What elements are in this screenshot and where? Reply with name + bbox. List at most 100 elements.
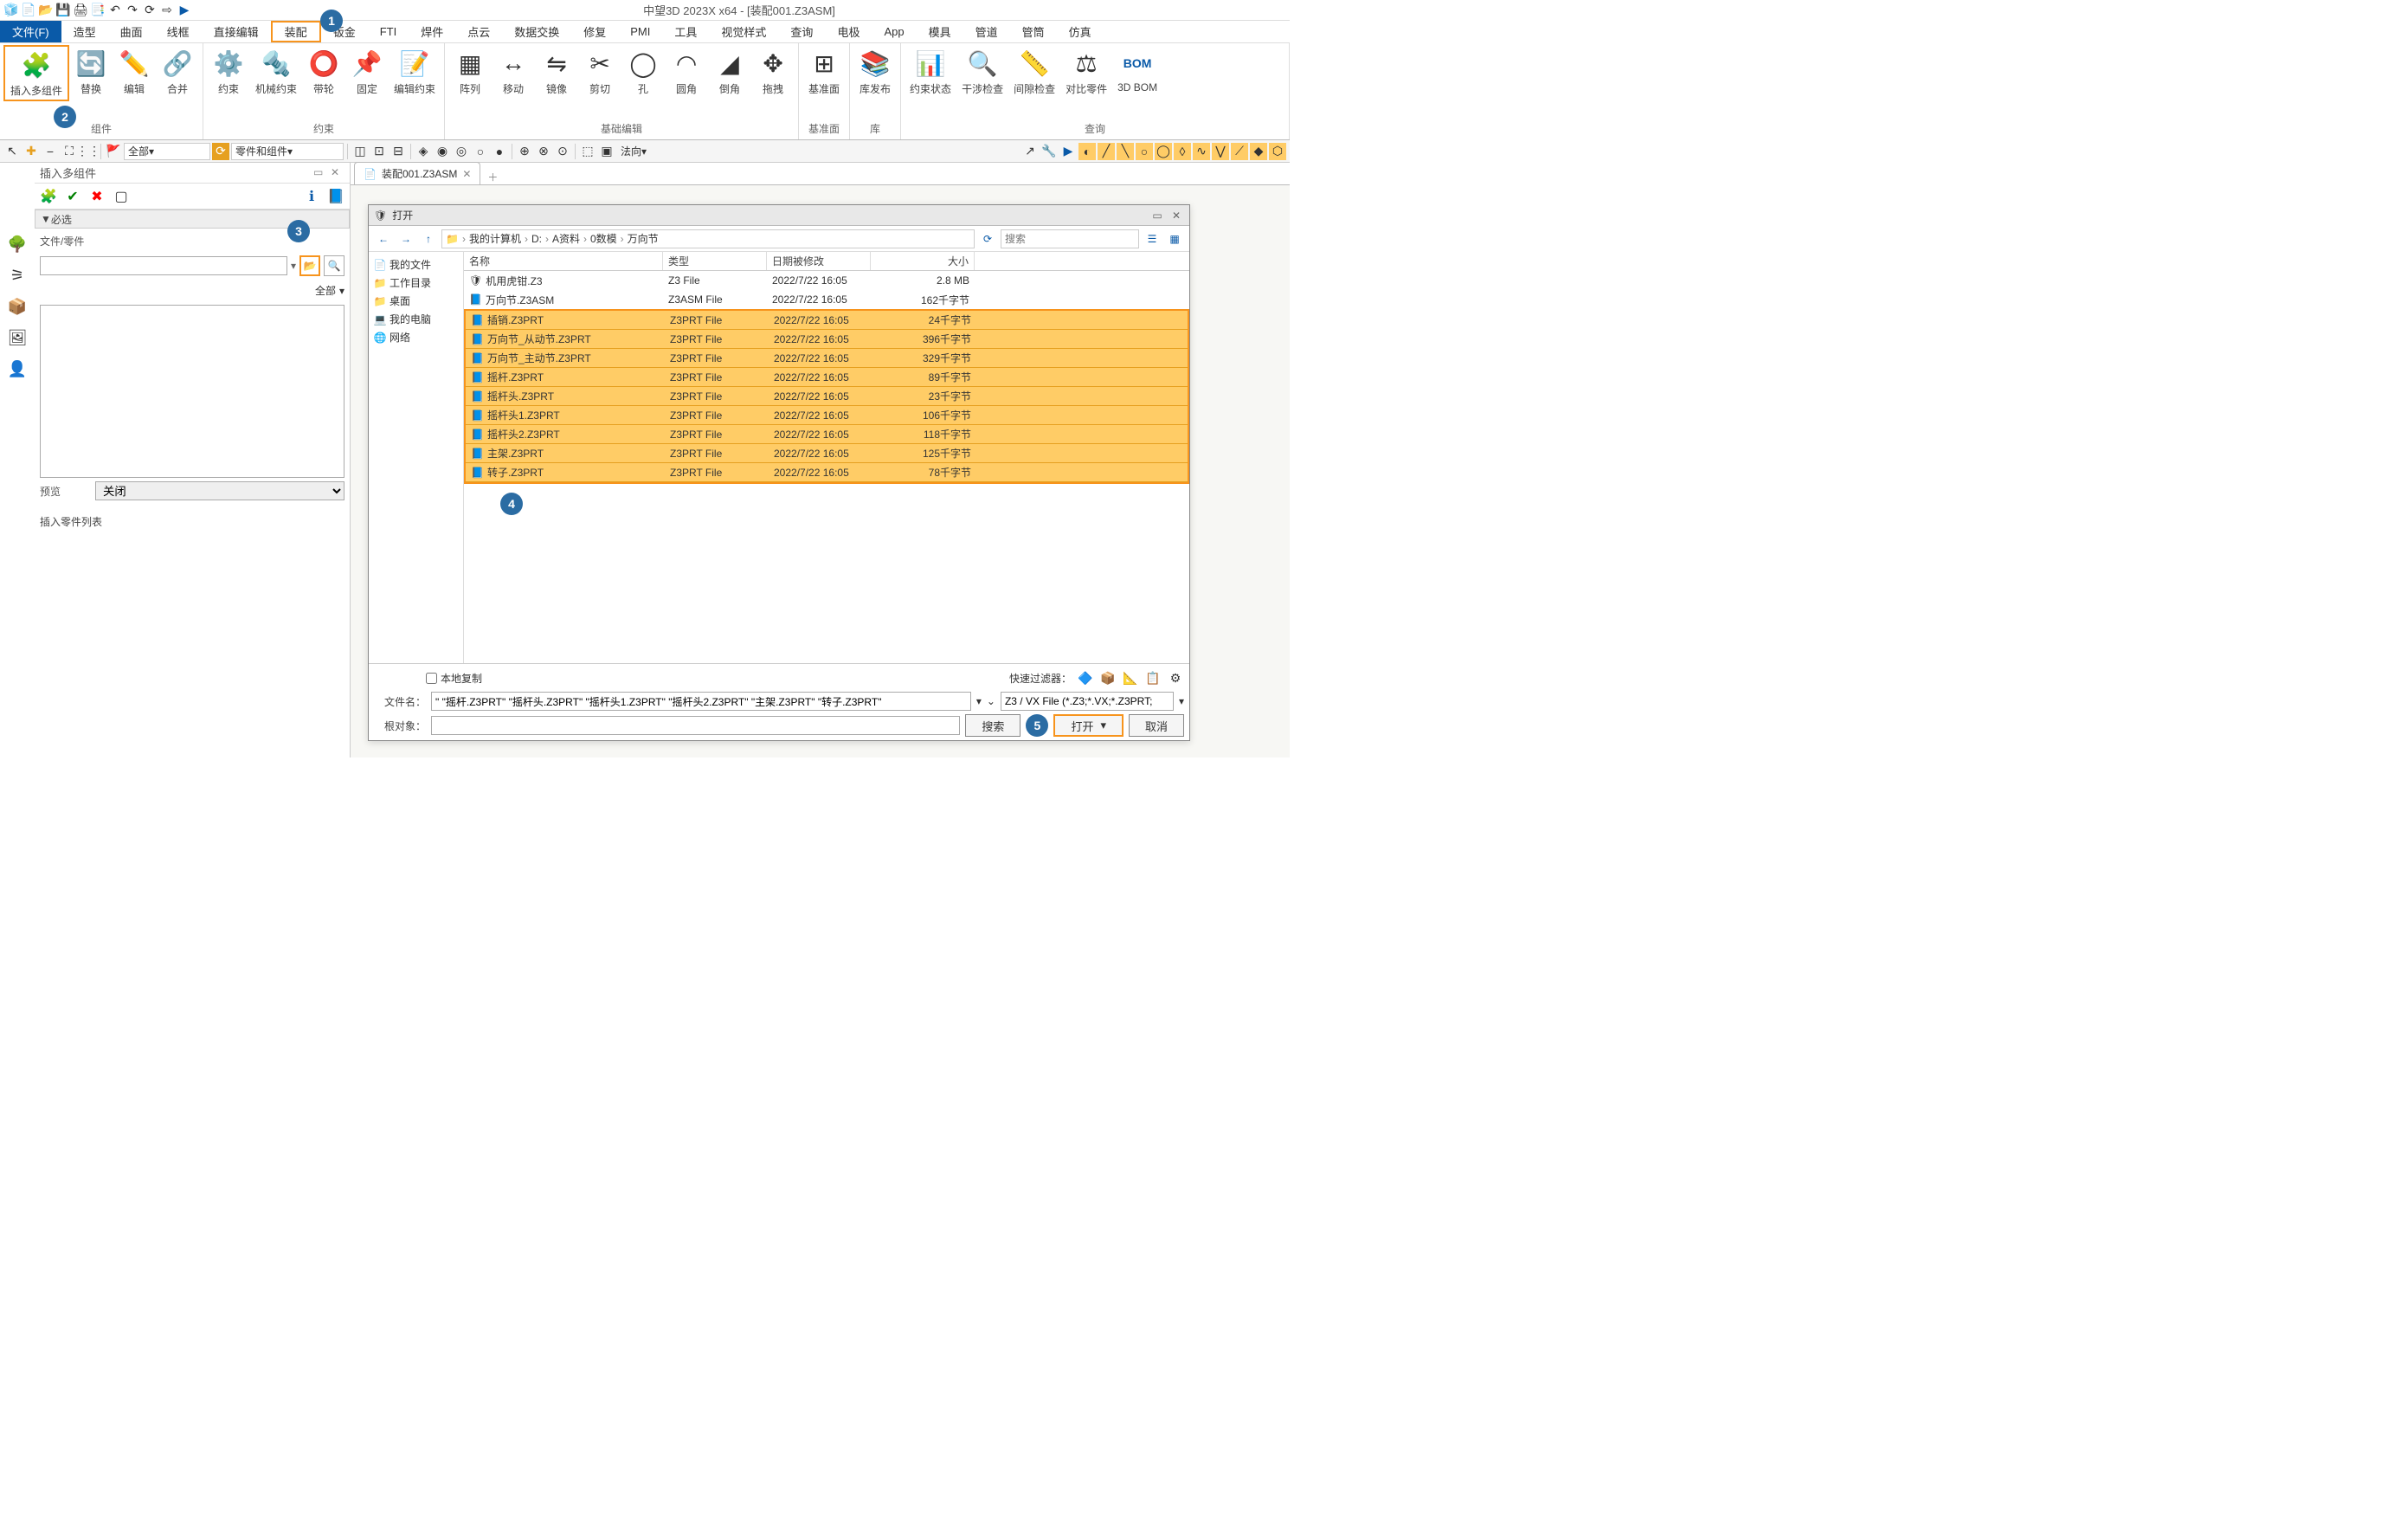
selection-icon[interactable]: ⛶ (61, 143, 78, 160)
menu-tab-modeling[interactable]: 造型 (61, 21, 108, 42)
arrow-icon[interactable]: ↗ (1021, 143, 1039, 160)
file-input[interactable] (40, 256, 287, 275)
search-button[interactable]: 搜索 (965, 714, 1021, 737)
open-icon[interactable]: 📂 (38, 3, 54, 18)
view-grid-icon[interactable]: ▦ (1165, 229, 1184, 248)
qf-ic5[interactable]: ⚙ (1167, 669, 1184, 687)
menu-tab-direct-edit[interactable]: 直接编辑 (202, 21, 271, 42)
menu-tab-simulation[interactable]: 仿真 (1057, 21, 1104, 42)
new-icon[interactable]: 📄 (21, 3, 36, 18)
list-item[interactable]: 📘万向节_主动节.Z3PRTZ3PRT File2022/7/22 16:053… (466, 349, 1188, 368)
plus-icon[interactable]: ✚ (23, 143, 40, 160)
menu-tab-tools[interactable]: 工具 (662, 21, 709, 42)
menu-tab-mold[interactable]: 模具 (917, 21, 963, 42)
bc-item[interactable]: 我的计算机 (469, 231, 521, 246)
menu-tab-wireframe[interactable]: 线框 (155, 21, 202, 42)
tb-r2[interactable]: ╱ (1098, 143, 1115, 160)
col-name[interactable]: 名称 (464, 252, 663, 270)
tree-workdir[interactable]: 📁工作目录 (370, 274, 461, 292)
file-list[interactable] (40, 305, 344, 478)
chamfer-button[interactable]: ◢倒角 (708, 45, 751, 98)
tb-r6[interactable]: ◊ (1174, 143, 1191, 160)
tb-ic7[interactable]: ○ (472, 143, 489, 160)
local-copy-checkbox[interactable]: 本地复制 (426, 671, 482, 686)
tree-network[interactable]: 🌐网络 (370, 328, 461, 346)
checkbox[interactable] (426, 673, 437, 684)
tb-r4[interactable]: ○ (1136, 143, 1153, 160)
tb-r7[interactable]: ∿ (1193, 143, 1210, 160)
menu-tab-query[interactable]: 查询 (778, 21, 825, 42)
menu-tab-assembly[interactable]: 装配 (271, 21, 321, 42)
list-item[interactable]: 📘摇杆头1.Z3PRTZ3PRT File2022/7/22 16:05106千… (466, 406, 1188, 425)
ok-icon[interactable]: ✔ (62, 186, 83, 207)
direction-combo[interactable]: 法向 ▾ (617, 143, 686, 160)
dialog-restore-icon[interactable]: ▭ (1149, 210, 1165, 222)
hole-button[interactable]: ◯孔 (621, 45, 665, 98)
forward-icon[interactable]: → (396, 229, 415, 248)
list-item[interactable]: 📘摇杆.Z3PRTZ3PRT File2022/7/22 16:0589千字节 (466, 368, 1188, 387)
print-preview-icon[interactable]: 📑 (90, 3, 106, 18)
tb-ic8[interactable]: ● (491, 143, 508, 160)
wrench-icon[interactable]: 🔧 (1040, 143, 1058, 160)
save-icon[interactable]: 💾 (55, 3, 71, 18)
tb-r3[interactable]: ╲ (1117, 143, 1134, 160)
menu-tab-visual[interactable]: 视觉样式 (709, 21, 778, 42)
bc-item[interactable]: 0数模 (590, 231, 617, 246)
array-button[interactable]: ▦阵列 (448, 45, 492, 98)
browse-button[interactable]: 📂 (299, 255, 320, 276)
tb-r5[interactable]: ◯ (1155, 143, 1172, 160)
expand-icon[interactable]: ⌄ (987, 695, 995, 707)
mech-constraint-button[interactable]: 🔩机械约束 (250, 45, 302, 98)
compare-button[interactable]: ⚖对比零件 (1060, 45, 1112, 98)
panel-close-icon[interactable]: ✕ (331, 166, 344, 180)
menu-tab-pmi[interactable]: PMI (618, 21, 662, 42)
insert-multi-button[interactable]: 🧩 插入多组件 2 (3, 45, 69, 101)
qf-ic4[interactable]: 📋 (1144, 669, 1162, 687)
refresh2-icon[interactable]: ⟳ (212, 143, 229, 160)
menu-tab-piping[interactable]: 管道 (963, 21, 1010, 42)
apply-icon[interactable]: ▢ (111, 186, 132, 207)
menu-tab-pointcloud[interactable]: 点云 (455, 21, 502, 42)
dropdown-icon[interactable]: ▾ (976, 695, 982, 707)
filter-combo[interactable]: 全部 ▾ (124, 143, 210, 160)
box-icon[interactable]: 📦 (5, 294, 29, 319)
dropdown-icon[interactable]: ▾ (339, 285, 344, 297)
open-button[interactable]: 打开 ▾ (1053, 714, 1124, 737)
datum-button[interactable]: ⊞基准面 (802, 45, 846, 98)
move-button[interactable]: ↔移动 (492, 45, 535, 98)
tb-ic2[interactable]: ⊡ (370, 143, 388, 160)
constraint-button[interactable]: ⚙️约束 (207, 45, 250, 98)
hierarchy-icon[interactable]: ⚞ (5, 263, 29, 287)
tb-ic13[interactable]: ▣ (598, 143, 615, 160)
drag-button[interactable]: ✥拖拽 (751, 45, 795, 98)
back-icon[interactable]: ← (374, 229, 393, 248)
col-type[interactable]: 类型 (663, 252, 767, 270)
constraint-status-button[interactable]: 📊约束状态 (905, 45, 956, 98)
tb-ic11[interactable]: ⊙ (554, 143, 571, 160)
list-item[interactable]: 📘摇杆头2.Z3PRTZ3PRT File2022/7/22 16:05118千… (466, 425, 1188, 444)
tb-ic5[interactable]: ◉ (434, 143, 451, 160)
bc-item[interactable]: D: (531, 233, 542, 245)
options-icon[interactable]: ⇨ (159, 3, 175, 18)
tb-r11[interactable]: ⬡ (1269, 143, 1286, 160)
tree-icon[interactable]: 🌳 (5, 232, 29, 256)
list-item[interactable]: 📘转子.Z3PRTZ3PRT File2022/7/22 16:0578千字节 (466, 463, 1188, 482)
bc-item[interactable]: 万向节 (628, 231, 659, 246)
bom-button[interactable]: BOM3D BOM (1112, 45, 1162, 95)
merge-button[interactable]: 🔗合并 (156, 45, 199, 98)
breadcrumb[interactable]: 📁 › 我的计算机› D:› A资料› 0数模› 万向节 (441, 229, 975, 248)
tb-r10[interactable]: ◆ (1250, 143, 1267, 160)
tb-ic3[interactable]: ⊟ (390, 143, 407, 160)
minus-icon[interactable]: − (42, 143, 59, 160)
fillet-button[interactable]: ◠圆角 (665, 45, 708, 98)
tb-r8[interactable]: ⋁ (1212, 143, 1229, 160)
user-icon[interactable]: 👤 (5, 357, 29, 381)
help-icon[interactable]: 📘 (325, 186, 346, 207)
mirror-button[interactable]: ⇋镜像 (535, 45, 578, 98)
document-tab[interactable]: 📄 装配001.Z3ASM ✕ (354, 162, 480, 184)
menu-tab-repair[interactable]: 修复 (571, 21, 618, 42)
interference-button[interactable]: 🔍干涉检查 (956, 45, 1008, 98)
edit-constraint-button[interactable]: 📝编辑约束 (389, 45, 441, 98)
search-input[interactable] (1001, 229, 1139, 248)
part-combo[interactable]: 零件和组件 ▾ (231, 143, 344, 160)
